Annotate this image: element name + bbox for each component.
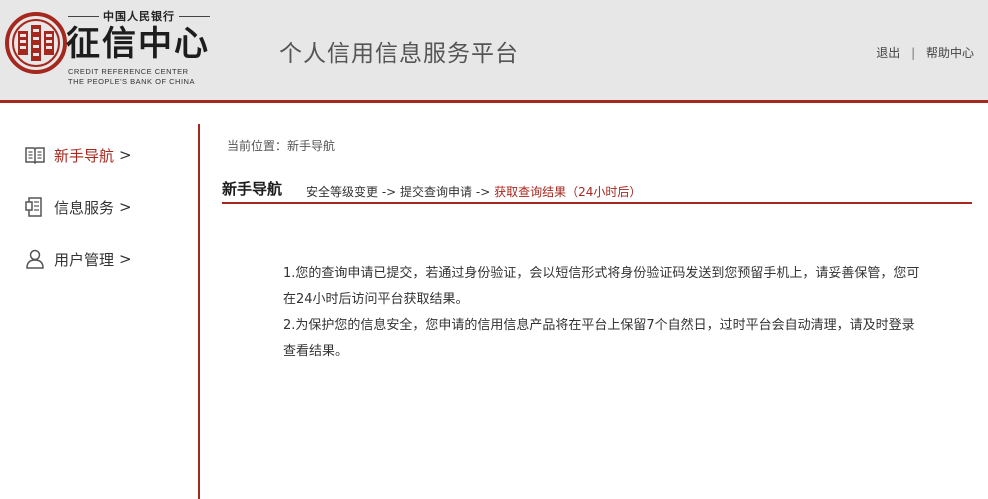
brand-top-line-right — [179, 15, 210, 17]
section-title: 新手导航 — [222, 180, 283, 198]
sidebar-item-label: 新手导航 — [54, 146, 115, 165]
document-icon — [25, 197, 42, 217]
sidebar-item-newbie-guide[interactable]: 新手导航 > — [24, 143, 132, 167]
sidebar-item-info-service[interactable]: 信息服务 > — [24, 195, 132, 219]
sidebar-divider — [198, 124, 200, 499]
sidebar-item-label: 信息服务 — [54, 198, 115, 217]
brand-logo: 中国人民银行 征信中心 CREDIT REFERENCE CENTER THE … — [64, 6, 214, 92]
sidebar-item-user-management[interactable]: 用户管理 > — [24, 247, 132, 271]
site-header: 中国人民银行 征信中心 CREDIT REFERENCE CENTER THE … — [0, 0, 988, 100]
brand-name: 征信中心 — [66, 24, 210, 64]
progress-steps: 安全等级变更 -> 提交查询申请 -> 获取查询结果（24小时后） — [306, 183, 641, 200]
chevron-right-icon: > — [119, 250, 132, 268]
query-submitted-message: 1.您的查询申请已提交，若通过身份验证，会以短信形式将身份验证码发送到您预留手机… — [283, 261, 923, 365]
help-center-link[interactable]: 帮助中心 — [926, 46, 974, 60]
message-line-2: 2.为保护您的信息安全，您申请的信用信息产品将在平台上保留7个自然日，过时平台会… — [283, 318, 915, 359]
brand-top-line-left — [68, 15, 99, 17]
section-divider — [222, 202, 972, 204]
credit-center-emblem-icon — [5, 12, 67, 74]
chevron-right-icon: > — [119, 146, 132, 164]
step-security-level-change: 安全等级变更 — [306, 185, 379, 199]
brand-top-row: 中国人民银行 — [64, 8, 214, 24]
breadcrumb: 当前位置：新手导航 — [227, 139, 336, 153]
top-links: 退出 | 帮助中心 — [876, 44, 974, 61]
step-get-result-current: 获取查询结果（24小时后） — [494, 185, 642, 199]
step-arrow: -> — [378, 185, 401, 199]
user-icon — [26, 249, 44, 269]
step-submit-query: 提交查询申请 — [400, 185, 473, 199]
platform-title: 个人信用信息服务平台 — [279, 41, 519, 67]
top-links-separator: | — [911, 46, 916, 60]
brand-english-line1: CREDIT REFERENCE CENTER — [68, 67, 189, 76]
logout-link[interactable]: 退出 — [876, 46, 900, 60]
brand-english-line2: THE PEOPLE'S BANK OF CHINA — [68, 77, 195, 86]
step-arrow: -> — [472, 185, 495, 199]
sidebar-item-label: 用户管理 — [54, 250, 115, 269]
section-header: 新手导航 安全等级变更 -> 提交查询申请 -> 获取查询结果（24小时后） — [222, 178, 972, 202]
message-line-1: 1.您的查询申请已提交，若通过身份验证，会以短信形式将身份验证码发送到您预留手机… — [283, 266, 920, 307]
book-icon — [25, 147, 45, 165]
chevron-right-icon: > — [119, 198, 132, 216]
brand-top-text: 中国人民银行 — [103, 10, 175, 23]
